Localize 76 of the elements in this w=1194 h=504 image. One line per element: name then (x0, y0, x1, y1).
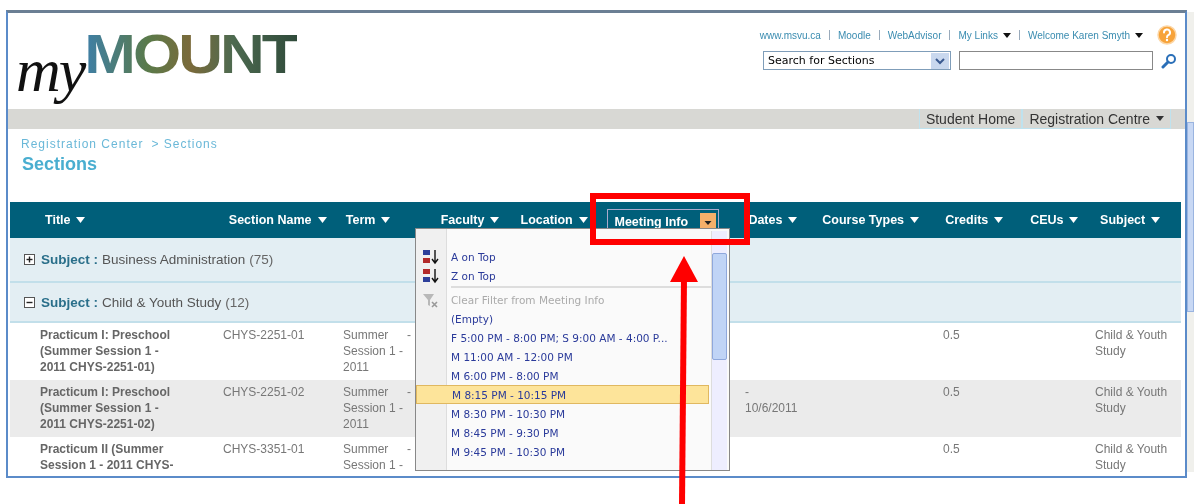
menu-item[interactable]: M 8:15 PM - 10:15 PM (416, 385, 709, 404)
caret-icon (1069, 217, 1079, 223)
table-cell: - (407, 385, 411, 399)
group-field-label: Subject : (41, 252, 98, 267)
menu-item[interactable]: M 8:45 PM - 9:30 PM (416, 423, 711, 442)
table-cell: - 10/6/2011 (745, 385, 798, 415)
group-field-label: Subject : (41, 294, 98, 310)
menu-item[interactable]: M 9:45 PM - 10:30 PM (416, 442, 711, 461)
table-cell: CHYS-3351-01 (223, 442, 305, 456)
nav-tab[interactable]: Student Home (918, 109, 1023, 129)
header-link[interactable]: Welcome Karen Smyth (1027, 29, 1143, 41)
table-cell: Practicum I: Preschool (Summer Session 1 - 2011 CHYS-2251-01) (40, 328, 171, 374)
group-count: (75) (249, 252, 274, 267)
expand-toggle-icon[interactable] (24, 296, 35, 308)
header-link[interactable]: www.msvu.ca (759, 29, 821, 41)
menu-item[interactable]: (Empty) (416, 309, 711, 328)
menu-item[interactable]: M 8:30 PM - 10:30 PM (416, 404, 711, 423)
caret-icon (910, 217, 920, 223)
column-header[interactable]: Term (345, 213, 391, 227)
expand-toggle-icon[interactable] (24, 254, 35, 265)
table-cell: CHYS-2251-01 (223, 328, 305, 342)
search-icon[interactable] (1161, 52, 1177, 69)
sort-icon (422, 268, 440, 284)
search-field[interactable] (959, 51, 1153, 70)
caret-icon (1002, 32, 1011, 38)
caret-icon (1151, 217, 1161, 223)
caret-icon (317, 217, 327, 223)
caret-icon (994, 217, 1004, 223)
table-cell: 0.5 (943, 442, 960, 456)
table-cell: Summer Session 1 - (343, 442, 404, 472)
table-cell: Summer Session 1 - 2011 (343, 385, 404, 431)
caret-icon (1156, 116, 1164, 121)
menu-item[interactable]: F 5:00 PM - 8:00 PM; S 9:00 AM - 4:00 P... (416, 328, 711, 347)
menu-item[interactable]: M 6:00 PM - 8:00 PM (416, 366, 711, 385)
help-icon[interactable] (1157, 25, 1177, 45)
caret-icon (788, 217, 798, 223)
table-cell: 0.5 (943, 328, 960, 342)
scrollbar[interactable] (1187, 12, 1194, 472)
header-link[interactable]: Moodle (837, 29, 871, 41)
page-title: Sections (22, 153, 99, 175)
column-header[interactable]: Faculty (440, 213, 500, 227)
column-header[interactable]: Subject (1100, 213, 1161, 227)
caret-icon (1135, 32, 1143, 38)
header-link[interactable]: My Links (958, 29, 1011, 41)
group-value: Child & Youth Study (102, 294, 222, 310)
table-cell: CHYS-2251-02 (223, 385, 305, 399)
column-header[interactable]: Course Types (822, 213, 920, 227)
caret-icon (381, 217, 391, 223)
search-scope-select[interactable]: Search for Sections (763, 51, 951, 70)
sort-icon (422, 249, 440, 265)
table-cell: 0.5 (943, 385, 960, 399)
table-cell: Child & Youth Study (1095, 385, 1168, 415)
caret-icon (76, 217, 86, 223)
column-header[interactable]: Section Name (228, 213, 327, 227)
caret-icon (578, 217, 588, 223)
menu-item[interactable]: M 11:00 AM - 12:00 PM (416, 347, 711, 366)
column-header[interactable]: Title (45, 213, 86, 227)
column-header[interactable]: CEUs (1030, 213, 1079, 227)
group-count: (12) (225, 294, 250, 310)
menu-item[interactable]: Z on Top (416, 266, 711, 285)
clear-filter-icon (422, 292, 438, 308)
table-cell: Practicum I: Preschool (Summer Session 1 - 2011 CHYS-2251-02) (40, 385, 171, 431)
column-header[interactable]: Credits (945, 213, 1004, 227)
group-value: Business Administration (102, 252, 246, 267)
table-cell: Practicum II (Summer Session 1 - 2011 CHYS- (40, 442, 174, 472)
scrollbar[interactable] (711, 231, 727, 470)
caret-icon (490, 217, 500, 223)
table-cell: - (407, 442, 411, 456)
header-link[interactable]: WebAdvisor (887, 29, 942, 41)
nav-tab[interactable]: Registration Centre (1022, 109, 1171, 129)
menu-item[interactable]: A on Top (416, 247, 711, 266)
table-cell: Child & Youth Study (1095, 442, 1168, 472)
column-header[interactable]: Location (520, 213, 588, 227)
table-cell: Child & Youth Study (1095, 328, 1168, 358)
table-cell: - (407, 328, 411, 342)
table-cell: Summer Session 1 - 2011 (343, 328, 404, 374)
